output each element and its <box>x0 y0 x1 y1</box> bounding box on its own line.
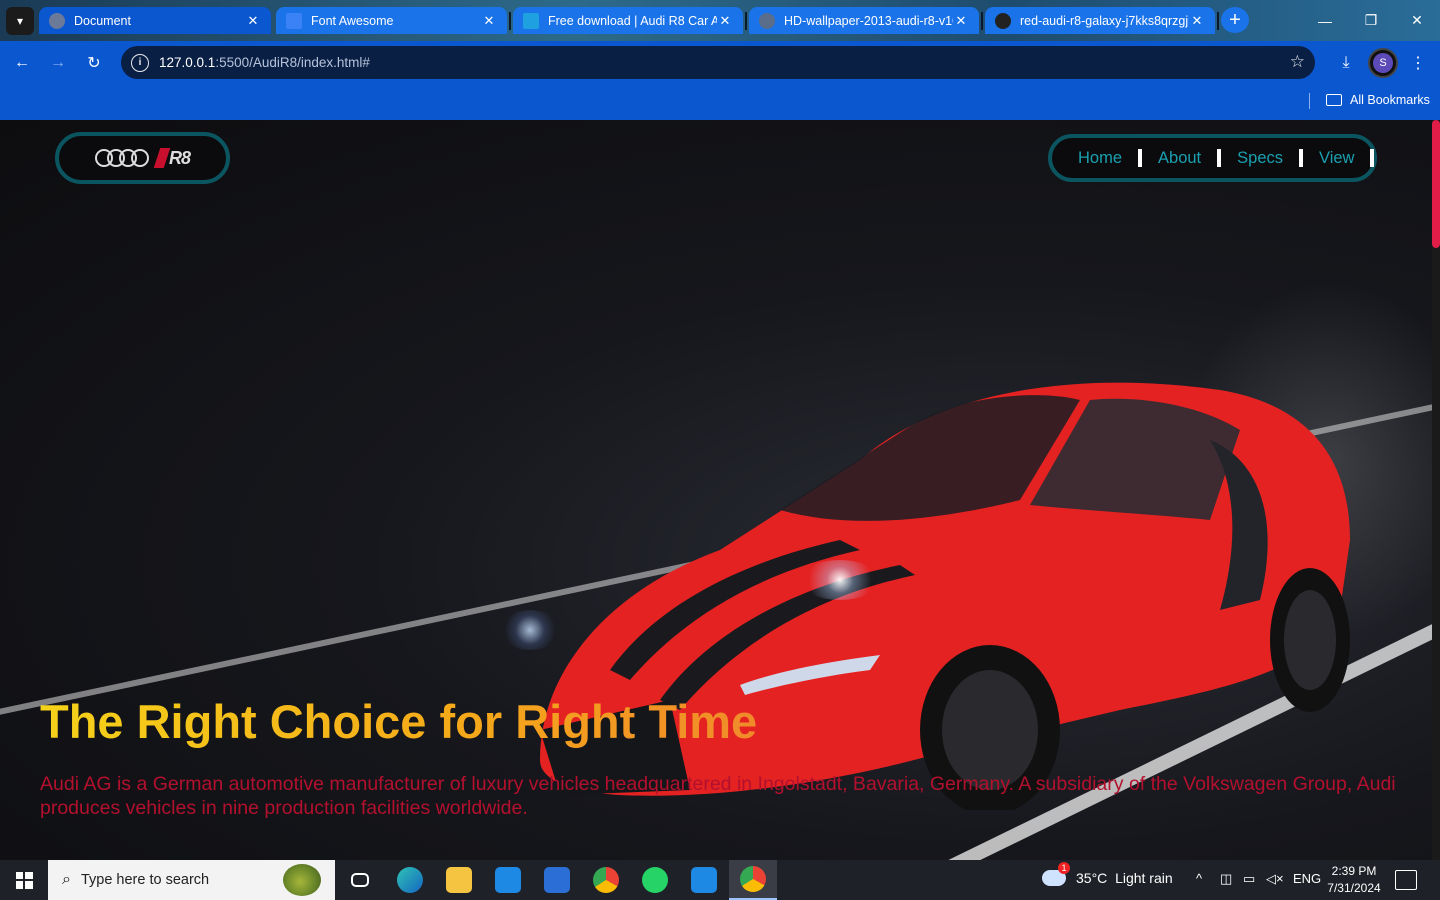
tab-font-awesome[interactable]: Font Awesome ✕ <box>276 7 507 34</box>
show-hidden-icons-chevron-icon[interactable]: ^ <box>1196 871 1202 886</box>
start-button[interactable] <box>0 860 48 900</box>
nav-link-specs[interactable]: Specs <box>1237 149 1303 167</box>
windows-taskbar: ⌕ Type here to search 35°C Light rain ^ … <box>0 860 1440 900</box>
notification-center-icon[interactable] <box>1395 870 1417 890</box>
file-explorer-icon[interactable] <box>435 860 483 900</box>
whatsapp-icon[interactable] <box>631 860 679 900</box>
hero-headline: The Right Choice for Right Time <box>40 695 758 748</box>
rain-cloud-icon <box>1042 862 1070 886</box>
tab-hd-wallpaper[interactable]: HD-wallpaper-2013-audi-r8-v10 ✕ <box>749 7 979 34</box>
new-tab-button[interactable]: + <box>1221 7 1249 33</box>
close-window-icon[interactable]: ✕ <box>1394 0 1440 41</box>
address-bar[interactable]: i 127.0.0.1:5500/AudiR8/index.html# ☆ <box>121 46 1315 79</box>
back-icon[interactable]: ← <box>10 51 34 75</box>
bookmarks-divider <box>1309 93 1310 109</box>
nav-link-about[interactable]: About <box>1158 149 1222 167</box>
page-scrollbar[interactable] <box>1432 120 1440 860</box>
task-view-icon[interactable] <box>336 860 384 900</box>
tab-separator <box>509 12 511 30</box>
close-tab-icon[interactable]: ✕ <box>245 13 261 29</box>
r8-red-bar <box>153 148 171 168</box>
language-indicator[interactable]: ENG <box>1293 871 1321 886</box>
tab-search-button[interactable]: ▾ <box>6 7 34 35</box>
bookmarks-bar: All Bookmarks <box>0 85 1440 120</box>
taskbar-search-box[interactable]: ⌕ Type here to search <box>48 860 335 900</box>
globe-icon <box>49 12 65 29</box>
bookmark-star-icon[interactable]: ☆ <box>1290 52 1305 72</box>
globe-icon <box>759 12 775 29</box>
edge-icon[interactable] <box>386 860 434 900</box>
close-tab-icon[interactable]: ✕ <box>717 13 733 29</box>
restore-icon[interactable]: ❐ <box>1348 0 1394 41</box>
audi-rings-icon <box>94 149 149 167</box>
chrome-icon[interactable] <box>582 860 630 900</box>
tab-document[interactable]: Document ✕ <box>39 7 271 34</box>
site-logo[interactable]: R8 <box>55 132 230 184</box>
hero-section: R8 Home About Specs View The Right Choic… <box>0 120 1440 860</box>
tab-audi-r8-art[interactable]: Free download | Audi R8 Car Art ✕ <box>513 7 743 34</box>
avocado-search-highlight-icon <box>283 864 321 896</box>
chrome-active-icon[interactable] <box>729 860 777 900</box>
close-tab-icon[interactable]: ✕ <box>1189 13 1205 29</box>
headlight-glow <box>500 610 560 650</box>
site-info-icon[interactable]: i <box>131 53 149 72</box>
nav-link-home[interactable]: Home <box>1078 149 1143 167</box>
tab-separator <box>1217 12 1219 30</box>
profile-avatar[interactable]: S <box>1368 48 1398 78</box>
system-clock[interactable]: 2:39 PM 7/31/2024 <box>1318 863 1390 897</box>
menu-kebab-icon[interactable]: ⋮ <box>1406 51 1430 75</box>
close-tab-icon[interactable]: ✕ <box>953 13 969 29</box>
close-tab-icon[interactable]: ✕ <box>481 13 497 29</box>
meet-now-icon[interactable]: ◫ <box>1220 871 1232 887</box>
download-icon[interactable]: ⤓ <box>1334 51 1358 75</box>
all-bookmarks-button[interactable]: All Bookmarks <box>1326 93 1430 107</box>
nav-link-view[interactable]: View <box>1319 149 1375 167</box>
headlight-glow <box>800 560 880 600</box>
search-icon: ⌕ <box>62 871 71 888</box>
weather-widget[interactable]: 35°C Light rain <box>1042 862 1173 886</box>
network-icon[interactable]: ▭ <box>1243 871 1255 887</box>
tab-strip: ▾ Document ✕ Font Awesome ✕ Free downloa… <box>0 0 1440 41</box>
vscode-icon[interactable] <box>680 860 728 900</box>
mail-icon[interactable] <box>484 860 532 900</box>
hero-description: Audi AG is a German automotive manufactu… <box>40 773 1396 819</box>
site-favicon-icon <box>523 12 539 29</box>
windows-logo-icon <box>15 871 33 889</box>
tab-separator <box>981 12 983 30</box>
minimize-icon[interactable]: — <box>1302 0 1348 41</box>
main-nav: Home About Specs View <box>1048 134 1377 182</box>
tab-red-audi-galaxy[interactable]: red-audi-r8-galaxy-j7kks8qrzgjlzhv ✕ <box>985 7 1215 34</box>
tab-separator <box>745 12 747 30</box>
site-favicon-icon <box>995 12 1011 29</box>
scrollbar-thumb[interactable] <box>1432 120 1440 248</box>
browser-toolbar: ← → ↻ i 127.0.0.1:5500/AudiR8/index.html… <box>0 41 1440 85</box>
flag-icon <box>286 12 302 29</box>
reload-icon[interactable]: ↻ <box>82 51 106 75</box>
forward-icon[interactable]: → <box>46 51 70 75</box>
folder-icon <box>1326 94 1342 106</box>
volume-muted-icon[interactable]: ◁× <box>1266 871 1284 887</box>
store-icon[interactable] <box>533 860 581 900</box>
